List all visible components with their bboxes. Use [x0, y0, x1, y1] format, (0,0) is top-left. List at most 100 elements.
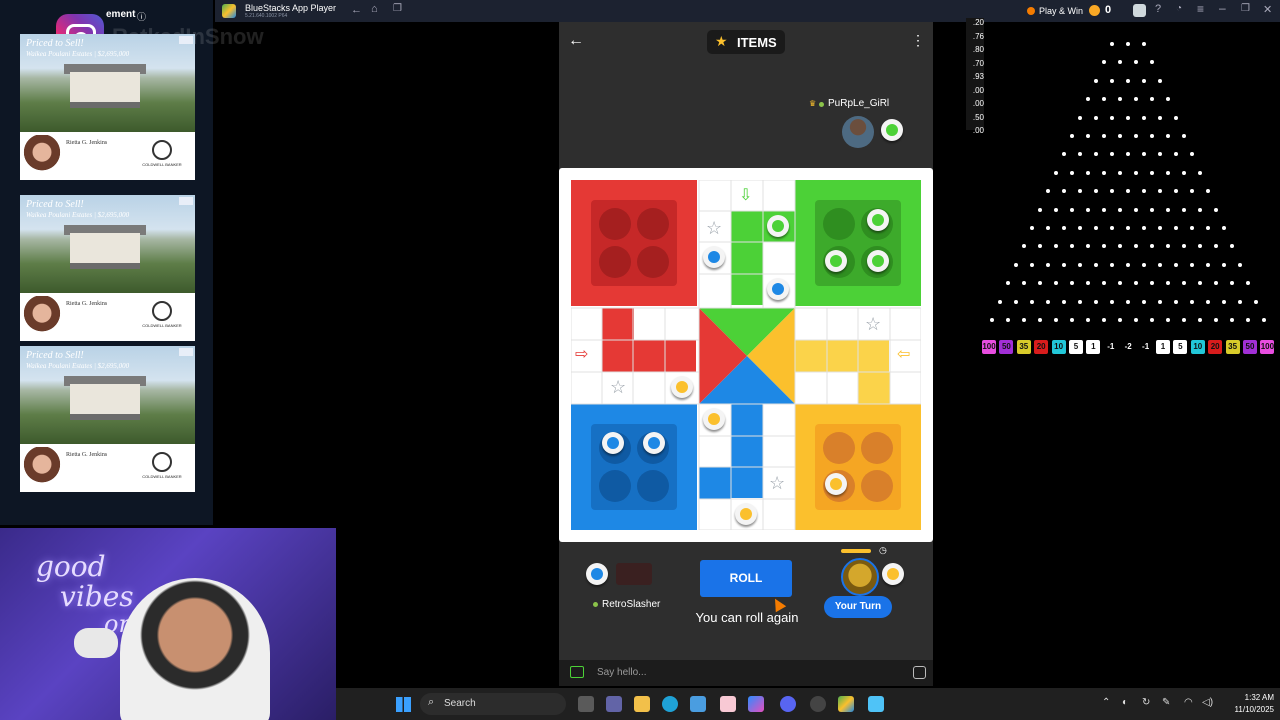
clock-time[interactable]: 1:32 AM	[1222, 693, 1274, 702]
blue-token[interactable]	[643, 432, 665, 454]
plinko-multiplier: 10	[1051, 340, 1066, 354]
plinko-peg	[1182, 244, 1186, 249]
plinko-peg	[1182, 318, 1186, 322]
plinko-peg	[1198, 244, 1202, 249]
plinko-peg	[1070, 244, 1074, 249]
plinko-peg	[1142, 78, 1146, 83]
plinko-peg	[1246, 281, 1250, 286]
status-message: You can roll again	[695, 610, 799, 625]
plinko-peg	[1166, 97, 1170, 102]
plinko-peg	[1070, 134, 1074, 138]
obs-icon[interactable]	[810, 696, 826, 712]
clock-date[interactable]: 11/10/2025	[1216, 705, 1274, 714]
plinko-peg	[1046, 226, 1050, 230]
plinko-peg	[1094, 299, 1098, 304]
plinko-multiplier: 1	[1086, 340, 1101, 354]
copilot-icon[interactable]	[748, 696, 764, 712]
plinko-peg	[1174, 299, 1178, 304]
opponent-bottom-avatar[interactable]	[616, 563, 652, 585]
plinko-peg	[1158, 226, 1162, 230]
plinko-peg	[1150, 97, 1154, 102]
yellow-token[interactable]	[703, 408, 725, 430]
plinko-multiplier: -1	[1107, 342, 1115, 351]
plinko-peg	[1006, 281, 1010, 286]
plinko-peg	[1094, 78, 1098, 83]
yellow-token[interactable]	[735, 503, 757, 525]
plinko-multiplier: 50	[1243, 340, 1257, 354]
player-avatar[interactable]	[841, 558, 879, 596]
plinko-peg	[1102, 134, 1106, 138]
chat-icon[interactable]	[570, 666, 584, 678]
plinko-peg	[1118, 281, 1122, 286]
plinko-peg	[1102, 281, 1106, 286]
plinko-peg	[1150, 60, 1154, 65]
wifi-icon[interactable]: ◠	[1184, 697, 1193, 708]
plinko-peg	[1022, 318, 1026, 322]
chat-input[interactable]: Say hello...	[597, 667, 646, 678]
plinko-peg	[1222, 262, 1226, 267]
notepad-icon[interactable]	[868, 696, 884, 712]
plinko-peg	[1158, 299, 1162, 304]
store-icon[interactable]	[690, 696, 706, 712]
start-icon[interactable]	[396, 697, 411, 712]
tray-pen-icon[interactable]: ✎	[1162, 697, 1170, 708]
plinko-multiplier: 50	[999, 340, 1014, 354]
sticker-icon[interactable]	[913, 666, 926, 679]
roll-button[interactable]: ROLL	[700, 560, 792, 597]
volume-icon[interactable]: ◁)	[1202, 697, 1213, 708]
app-icon[interactable]	[720, 696, 736, 712]
task-view-icon[interactable]	[578, 696, 594, 712]
bluestacks-taskbar-icon[interactable]	[838, 696, 854, 712]
ad-banner-3[interactable]: Priced to Sell! Waikea Poulani Estates |…	[20, 346, 195, 492]
plinko-multiplier: 35	[1225, 340, 1240, 354]
plinko-peg	[1174, 226, 1178, 230]
opponent-bottom-name: RetroSlasher	[602, 599, 661, 610]
neon-sign-vibes: vibes	[60, 580, 134, 613]
plinko-peg	[1062, 152, 1066, 157]
plinko-peg	[1014, 299, 1018, 304]
plinko-peg	[1166, 134, 1170, 138]
discord-icon[interactable]	[780, 696, 796, 712]
plinko-multiplier: -2	[1124, 342, 1132, 351]
plinko-peg	[1102, 318, 1106, 322]
plinko-peg	[1102, 244, 1106, 249]
plinko-peg	[1118, 60, 1122, 65]
yellow-token[interactable]	[671, 376, 693, 398]
plinko-peg	[1110, 115, 1114, 120]
plinko-peg	[1206, 226, 1210, 230]
plinko-peg	[1150, 134, 1154, 138]
plinko-peg	[1134, 207, 1138, 212]
plinko-peg	[1046, 299, 1050, 304]
plinko-peg	[1102, 60, 1106, 65]
plinko-peg	[998, 299, 1002, 304]
search-box[interactable]: ⌕ Search	[420, 693, 566, 715]
blue-token[interactable]	[602, 432, 624, 454]
plinko-peg	[1126, 152, 1130, 157]
edge-icon[interactable]	[662, 696, 678, 712]
plinko-peg	[1142, 152, 1146, 157]
plinko-peg	[1198, 281, 1202, 286]
plinko-peg	[1142, 115, 1146, 120]
safe-star-icon: ☆	[769, 473, 786, 493]
opponent-bottom-color-token	[586, 563, 608, 585]
tray-chevron-icon[interactable]: ⌃	[1102, 697, 1110, 708]
plinko-peg	[1054, 318, 1058, 322]
plinko-peg	[1142, 262, 1146, 267]
timer-icon: ◷	[879, 545, 887, 555]
plinko-peg	[1126, 299, 1130, 304]
plinko-peg	[1214, 207, 1218, 212]
tray-sync-icon[interactable]: ↻	[1142, 697, 1150, 708]
file-explorer-icon[interactable]	[634, 696, 650, 712]
plinko-peg	[1126, 189, 1130, 194]
plinko-peg	[1086, 281, 1090, 286]
plinko-peg	[990, 318, 994, 322]
plinko-peg	[1246, 318, 1250, 322]
plinko-peg	[1102, 207, 1106, 212]
plinko-peg	[1094, 226, 1098, 230]
plinko-peg	[1070, 318, 1074, 322]
plinko-multiplier: -1	[1142, 342, 1150, 351]
teams-icon[interactable]	[606, 696, 622, 712]
yellow-token[interactable]	[825, 473, 847, 495]
tray-app-icon[interactable]: ◐	[1122, 697, 1128, 708]
plinko-peg	[1158, 152, 1162, 157]
